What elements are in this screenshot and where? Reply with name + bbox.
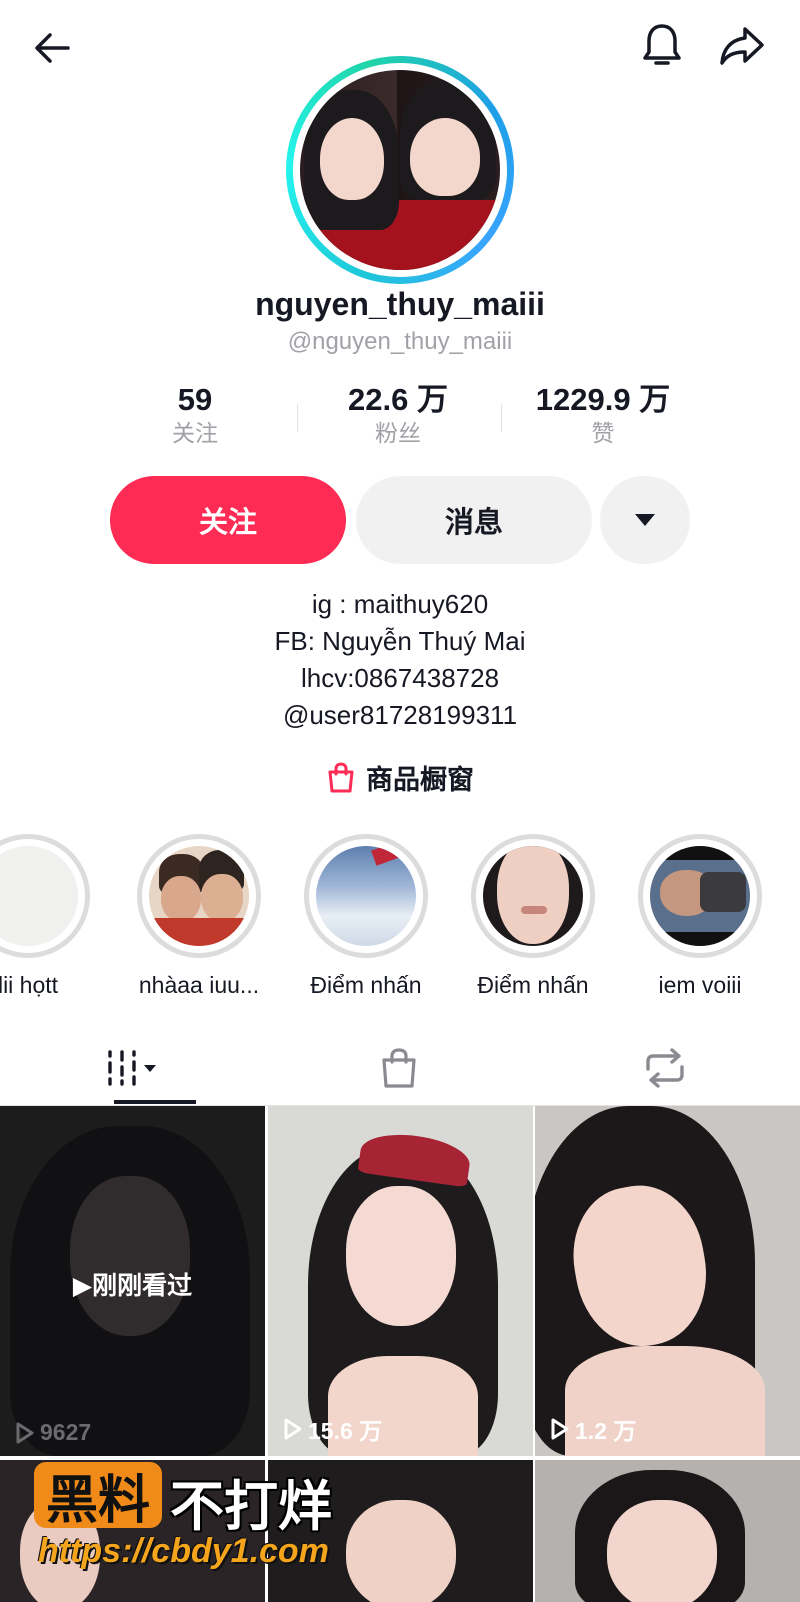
- recently-viewed-text: 刚刚看过: [92, 1272, 193, 1300]
- active-tab-indicator: [114, 1100, 196, 1104]
- avatar: [300, 70, 500, 270]
- highlight-thumbnail: [483, 846, 583, 946]
- play-outline-icon: [551, 1418, 569, 1440]
- content-tabs: [0, 1030, 800, 1106]
- video-thumbnail[interactable]: [535, 1460, 800, 1602]
- highlight-label: iem voiii: [658, 972, 742, 998]
- bell-icon: [643, 24, 681, 65]
- shop-showcase-link[interactable]: 商品橱窗: [0, 758, 800, 797]
- stat-following[interactable]: 59 关注: [95, 382, 295, 448]
- view-count-value: 1.2 万: [575, 1418, 637, 1444]
- play-outline-icon: [284, 1418, 302, 1440]
- highlight-item[interactable]: Điểm nhấn: [304, 834, 428, 998]
- shopping-bag-icon: [328, 761, 354, 792]
- tab-videos[interactable]: [0, 1030, 266, 1106]
- stat-value: 59: [177, 382, 213, 417]
- bio-line: FB: Nguyễn Thuý Mai: [274, 626, 526, 656]
- highlight-item[interactable]: iem voiii: [638, 834, 762, 998]
- tab-reposts[interactable]: [532, 1030, 798, 1106]
- username-handle: @nguyen_thuy_maiii: [287, 328, 513, 355]
- bio: ig : maithuy620 FB: Nguyễn Thuý Mai lhcv…: [0, 586, 800, 734]
- watermark-url: https://cbdy1.com: [38, 1532, 329, 1570]
- profile-stats: 59 关注 22.6 万 粉丝 1229.9 万 赞: [0, 382, 800, 452]
- video-thumbnail[interactable]: ▶刚刚看过 9627: [0, 1106, 265, 1456]
- share-button[interactable]: [714, 18, 770, 74]
- back-button[interactable]: [24, 20, 80, 76]
- video-thumbnail[interactable]: 1.2 万: [535, 1106, 800, 1456]
- highlight-item[interactable]: nhàaa iuu...: [137, 834, 261, 998]
- message-button[interactable]: 消息: [356, 476, 592, 564]
- highlight-label: nhàaa iuu...: [138, 972, 260, 998]
- stat-divider: [501, 404, 502, 432]
- bio-line: ig : maithuy620: [311, 589, 489, 619]
- stat-label: 关注: [172, 420, 218, 446]
- notification-button[interactable]: [634, 18, 690, 74]
- shop-label: 商品橱窗: [366, 765, 474, 795]
- follow-button[interactable]: 关注: [110, 476, 346, 564]
- play-icon: ▶: [72, 1272, 93, 1300]
- bio-line: lhcv:0867438728: [300, 663, 500, 693]
- view-count: 1.2 万: [551, 1412, 636, 1446]
- highlight-thumbnail: [0, 846, 78, 946]
- stat-value: 1229.9 万: [535, 382, 671, 417]
- view-count: 9627: [16, 1419, 91, 1446]
- stat-value: 22.6 万: [348, 382, 448, 417]
- video-thumbnail[interactable]: 15.6 万: [268, 1106, 533, 1456]
- highlight-thumbnail: [149, 846, 249, 946]
- highlight-label: lii họtt: [0, 972, 59, 998]
- highlight-label: Điểm nhấn: [310, 972, 422, 998]
- view-count-value: 9627: [40, 1419, 92, 1445]
- bio-line[interactable]: @user81728199311: [0, 697, 800, 734]
- grid-columns-icon: [108, 1050, 156, 1086]
- shopping-bag-icon: [382, 1048, 416, 1088]
- view-count: 15.6 万: [284, 1412, 382, 1446]
- view-count-value: 15.6 万: [308, 1418, 383, 1444]
- highlight-label: Điểm nhấn: [477, 972, 589, 998]
- avatar-story-ring[interactable]: [286, 56, 514, 284]
- highlight-item[interactable]: Điểm nhấn: [471, 834, 595, 998]
- arrow-left-icon: [35, 33, 70, 63]
- watermark-text: 不打烊: [170, 1477, 332, 1537]
- highlight-item[interactable]: lii họtt: [0, 834, 90, 998]
- stat-followers[interactable]: 22.6 万 粉丝: [298, 382, 498, 448]
- highlight-thumbnail: [650, 846, 750, 946]
- stat-likes[interactable]: 1229.9 万 赞: [503, 382, 703, 448]
- recently-viewed-label: ▶刚刚看过: [0, 1266, 265, 1302]
- stat-divider: [297, 404, 298, 432]
- highlight-thumbnail: [316, 846, 416, 946]
- display-name: nguyen_thuy_maiii: [255, 286, 545, 322]
- play-outline-icon: [16, 1422, 34, 1443]
- repost-icon: [646, 1048, 684, 1088]
- watermark-badge: 黑料: [34, 1462, 162, 1530]
- more-options-button[interactable]: [600, 476, 690, 564]
- stat-label: 粉丝: [375, 420, 421, 446]
- caret-down-icon: [635, 514, 655, 526]
- tab-shop[interactable]: [266, 1030, 532, 1106]
- stat-label: 赞: [591, 420, 615, 446]
- share-arrow-icon: [720, 27, 764, 65]
